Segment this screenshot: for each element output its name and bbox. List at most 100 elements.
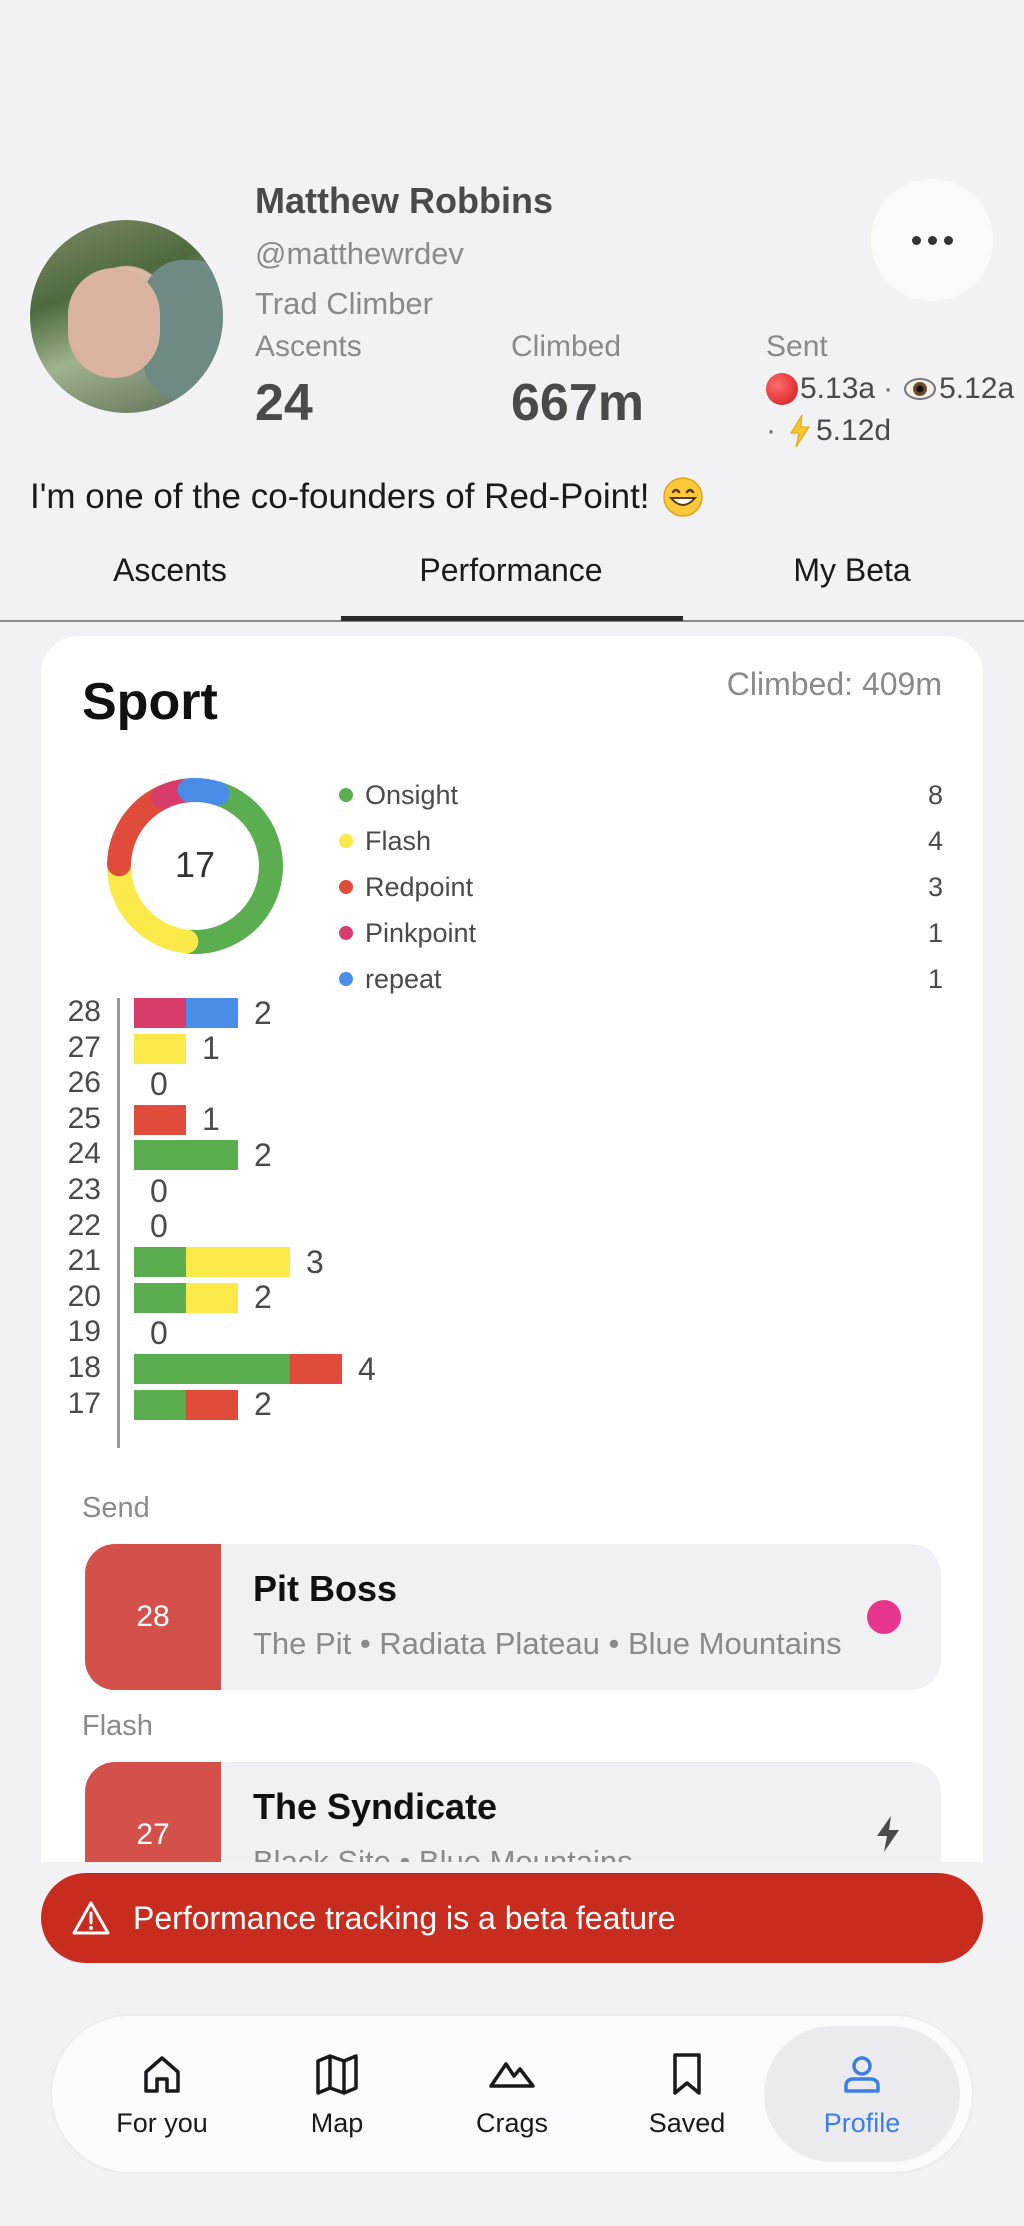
ascents-stat-label: Ascents <box>255 330 362 363</box>
legend-label: Flash <box>365 825 432 856</box>
legend-item-redpoint: Redpoint 3 <box>339 864 943 910</box>
legend-label: Redpoint <box>365 871 474 902</box>
legend-item-flash: Flash 4 <box>339 818 943 864</box>
nav-profile[interactable]: Profile <box>764 2026 960 2162</box>
bar-segment-redpoint <box>134 1104 186 1135</box>
grade-tick-label: 28 <box>67 995 101 1028</box>
map-icon <box>316 2053 358 2095</box>
bar-segment-redpoint <box>290 1354 342 1384</box>
avatar-face <box>68 268 160 378</box>
climbed-total: Climbed: 409m <box>726 666 942 702</box>
route-name: The Syndicate <box>253 1786 498 1827</box>
tab-my-beta[interactable]: My Beta <box>682 552 1022 589</box>
nav-for-you[interactable]: For you <box>82 2016 242 2172</box>
nav-label: Map <box>310 2107 364 2138</box>
legend-item-pinkpoint: Pinkpoint 1 <box>339 910 943 956</box>
route-grade-badge: 28 <box>85 1544 221 1690</box>
beta-warning-banner: Performance tracking is a beta feature <box>41 1873 983 1963</box>
bar-count-label: 0 <box>150 1065 168 1102</box>
bar-segment-repeat <box>186 998 238 1028</box>
grade-tick-label: 22 <box>67 1208 101 1242</box>
bar-count-label: 1 <box>202 1030 220 1067</box>
legend-dot-icon <box>339 834 353 848</box>
grade-tick-label: 26 <box>67 1066 101 1100</box>
bar-count-label: 2 <box>254 994 272 1031</box>
donut-slice-redpoint <box>107 785 175 877</box>
more-dot-icon <box>927 235 937 245</box>
legend-label: repeat <box>365 963 442 994</box>
bar-count-label: 0 <box>150 1314 168 1351</box>
more-dot-icon <box>943 235 953 245</box>
profile-tabs: Ascents Performance My Beta <box>0 540 1024 622</box>
separator: · <box>766 414 776 447</box>
tab-performance[interactable]: Performance <box>341 552 681 589</box>
profile-bio: I'm one of the co-founders of Red-Point! <box>30 476 704 518</box>
nav-map[interactable]: Map <box>257 2016 417 2172</box>
bar-count-label: 2 <box>254 1279 272 1316</box>
sent-grades-line: 5.13a · 5.12a <box>766 372 1014 406</box>
bio-text: I'm one of the co-founders of Red-Point! <box>30 477 650 516</box>
ascent-type-donut: 17 <box>107 778 283 954</box>
nav-saved[interactable]: Saved <box>607 2016 767 2172</box>
profile-role: Trad Climber <box>255 286 433 321</box>
bar-count-label: 0 <box>150 1208 168 1245</box>
profile-name: Matthew Robbins <box>255 180 553 221</box>
histogram-axis <box>117 998 120 1448</box>
bar-count-label: 2 <box>254 1386 272 1423</box>
card-title: Sport <box>82 673 218 731</box>
grinning-emoji-icon <box>662 477 703 517</box>
tab-ascents[interactable]: Ascents <box>0 552 340 589</box>
flash-section-label: Flash <box>82 1710 153 1742</box>
bar-count-label: 3 <box>306 1243 324 1280</box>
pinkpoint-dot-icon <box>867 1600 901 1634</box>
route-card-flash[interactable]: 27 The Syndicate Black Site • Blue Mount… <box>85 1762 941 1862</box>
climbed-stat-label: Climbed <box>511 330 622 363</box>
route-location: The Pit • Radiata Plateau • Blue Mountai… <box>253 1626 842 1661</box>
avatar[interactable] <box>30 220 223 413</box>
sent-onsight-grade: 5.12a <box>939 372 1015 405</box>
route-location: Black Site • Blue Mountains <box>253 1844 633 1862</box>
legend-count: 1 <box>927 917 943 948</box>
bar-segment-onsight <box>134 1389 186 1420</box>
separator: · <box>883 372 894 405</box>
grade-tick-label: 24 <box>67 1137 101 1171</box>
nav-label: For you <box>116 2107 208 2138</box>
legend-item-repeat: repeat 1 <box>339 956 943 1002</box>
mountain-icon <box>489 2061 535 2088</box>
grade-tick-label: 23 <box>67 1173 101 1206</box>
bar-segment-redpoint <box>186 1389 238 1420</box>
home-icon <box>144 2055 180 2093</box>
bar-segment-onsight <box>134 1282 186 1313</box>
banner-text: Performance tracking is a beta feature <box>133 1899 676 1936</box>
route-card-send[interactable]: 28 Pit Boss The Pit • Radiata Plateau • … <box>85 1544 941 1690</box>
nav-label: Crags <box>475 2107 549 2138</box>
eye-icon <box>904 378 937 400</box>
bar-segment-onsight <box>134 1354 290 1384</box>
performance-scroll-area[interactable]: Sport Climbed: 409m 17 Onsight 8 Flash 4 Red… <box>0 622 1024 1862</box>
grade-tick-label: 20 <box>67 1279 101 1313</box>
bolt-icon <box>877 1816 899 1852</box>
nav-label: Saved <box>648 2107 726 2138</box>
bookmark-icon <box>673 2052 701 2095</box>
user-icon <box>844 2055 880 2093</box>
grade-tick-label: 19 <box>67 1315 101 1349</box>
grade-tick-label: 17 <box>67 1386 101 1420</box>
more-options-button[interactable] <box>871 179 993 301</box>
bolt-icon <box>790 414 810 448</box>
sent-flash-grade: 5.12d <box>816 414 892 447</box>
sent-stat-label: Sent <box>766 330 828 363</box>
nav-label: Profile <box>823 2107 901 2138</box>
legend-label: Onsight <box>365 779 459 810</box>
donut-slice-repeat <box>177 778 230 806</box>
legend-count: 3 <box>927 871 943 902</box>
donut-total: 17 <box>175 844 215 885</box>
grade-tick-label: 27 <box>67 1030 101 1064</box>
ascents-stat-value: 24 <box>255 374 313 432</box>
legend-count: 8 <box>927 779 943 810</box>
bottom-navigation: For you Map Crags Saved Profile <box>52 2016 972 2172</box>
redpoint-dot-icon <box>766 373 798 405</box>
nav-crags[interactable]: Crags <box>432 2016 592 2172</box>
legend-dot-icon <box>339 972 353 986</box>
sent-grades-line-2: · 5.12d <box>766 414 891 448</box>
bar-segment-flash <box>186 1282 238 1313</box>
